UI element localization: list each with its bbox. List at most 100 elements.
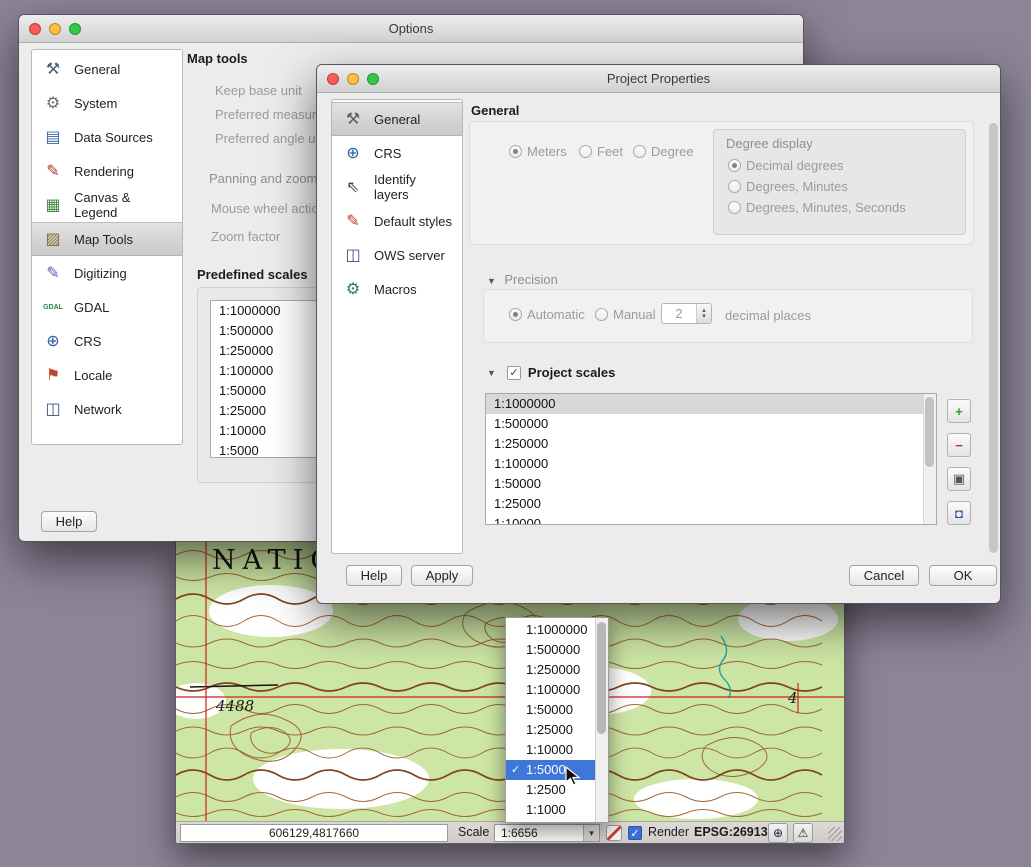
scale-option[interactable]: 1:10000 <box>506 740 595 760</box>
scale-option[interactable]: 1:1000000 <box>506 620 595 640</box>
options-sidebar-item-map-tools[interactable]: ▨ Map Tools <box>32 222 182 256</box>
disclosure-triangle-icon[interactable]: ▼ <box>487 276 496 286</box>
options-sidebar-item-data-sources[interactable]: ▤ Data Sources <box>32 120 182 154</box>
scale-option[interactable]: 1:2500 <box>506 780 595 800</box>
radio-icon <box>509 145 522 158</box>
render-checkbox[interactable]: ✓ <box>628 826 642 840</box>
gears-icon: ⚙ <box>40 91 66 115</box>
spin-down-icon[interactable]: ▾ <box>702 314 706 320</box>
import-scales-button[interactable]: ▣ <box>947 467 971 491</box>
feet-radio[interactable]: Feet <box>579 144 623 159</box>
project-scales-list: 1:1000000 1:500000 1:250000 1:100000 1:5… <box>485 393 937 525</box>
options-sidebar-item-canvas-legend[interactable]: ▦ Canvas & Legend <box>32 188 182 222</box>
radio-icon <box>579 145 592 158</box>
close-button[interactable] <box>327 73 339 85</box>
disclosure-triangle-icon[interactable]: ▼ <box>487 368 496 378</box>
sidebar-item-label: Locale <box>74 368 112 383</box>
dialog-scrollbar-thumb[interactable] <box>989 123 998 553</box>
help-button[interactable]: Help <box>41 511 97 532</box>
pp-sidebar-item-identify-layers[interactable]: ⇖ Identify layers <box>332 170 462 204</box>
minimize-button[interactable] <box>49 23 61 35</box>
predefined-scales-title: Predefined scales <box>197 267 308 282</box>
scale-option-label: 1:5000 <box>526 762 566 777</box>
resize-grip[interactable] <box>828 827 842 841</box>
stop-render-icon[interactable] <box>606 825 622 841</box>
minimize-button[interactable] <box>347 73 359 85</box>
combo-arrow-icon[interactable]: ▾ <box>583 825 599 841</box>
options-titlebar[interactable]: Options <box>19 15 803 43</box>
apply-button[interactable]: Apply <box>411 565 473 586</box>
remove-scale-button[interactable]: − <box>947 433 971 457</box>
list-item[interactable]: 1:10000 <box>486 514 936 525</box>
check-icon: ✓ <box>630 827 639 840</box>
manual-radio[interactable]: Manual <box>595 307 656 322</box>
ok-button[interactable]: OK <box>929 565 997 586</box>
pp-sidebar-item-macros[interactable]: ⚙ Macros <box>332 272 462 306</box>
options-sidebar: ⚒ General ⚙ System ▤ Data Sources ✎ Rend… <box>31 49 183 445</box>
scale-combobox[interactable]: 1:6656 ▾ <box>494 824 600 842</box>
project-scales-checkbox[interactable]: ✓ <box>507 366 521 380</box>
options-sidebar-item-digitizing[interactable]: ✎ Digitizing <box>32 256 182 290</box>
sidebar-item-label: Data Sources <box>74 130 153 145</box>
options-sidebar-item-gdal[interactable]: GDAL GDAL <box>32 290 182 324</box>
decimal-places-spinbox[interactable]: 2 ▴▾ <box>661 303 712 324</box>
scale-option[interactable]: 1:50000 <box>506 700 595 720</box>
spinbox-stepper[interactable]: ▴▾ <box>696 304 711 323</box>
list-item[interactable]: 1:250000 <box>486 434 936 454</box>
options-sidebar-item-locale[interactable]: ⚑ Locale <box>32 358 182 392</box>
degree-radio[interactable]: Degree <box>633 144 694 159</box>
degrees-minutes-radio[interactable]: Degrees, Minutes <box>728 179 848 194</box>
decimal-degrees-radio[interactable]: Decimal degrees <box>728 158 844 173</box>
list-item[interactable]: 1:1000000 <box>486 394 936 414</box>
scale-option-selected[interactable]: ✓ 1:5000 <box>506 760 595 780</box>
zoom-button[interactable] <box>69 23 81 35</box>
scale-option[interactable]: 1:100000 <box>506 680 595 700</box>
scale-option[interactable]: 1:500000 <box>506 640 595 660</box>
options-sidebar-item-system[interactable]: ⚙ System <box>32 86 182 120</box>
close-button[interactable] <box>29 23 41 35</box>
project-properties-titlebar[interactable]: Project Properties <box>317 65 1000 93</box>
popup-scrollbar-thumb[interactable] <box>597 622 606 734</box>
radio-label: Degree <box>651 144 694 159</box>
project-properties-window: Project Properties ⚒ General ⊕ CRS ⇖ Ide… <box>316 64 1001 604</box>
crs-globe-icon: ⊕ <box>40 329 66 353</box>
pp-sidebar-item-ows-server[interactable]: ◫ OWS server <box>332 238 462 272</box>
project-scales-section-header[interactable]: ▼ ✓ Project scales <box>487 365 615 380</box>
list-scrollbar-thumb[interactable] <box>925 397 934 467</box>
degrees-minutes-seconds-radio[interactable]: Degrees, Minutes, Seconds <box>728 200 906 215</box>
save-scales-button[interactable]: ◘ <box>947 501 971 525</box>
options-sidebar-item-general[interactable]: ⚒ General <box>32 52 182 86</box>
scale-option[interactable]: 1:25000 <box>506 720 595 740</box>
general-section-title: General <box>471 103 519 118</box>
add-scale-button[interactable]: + <box>947 399 971 423</box>
coordinate-input[interactable] <box>180 824 448 842</box>
cancel-button[interactable]: Cancel <box>849 565 919 586</box>
list-item[interactable]: 1:100000 <box>486 454 936 474</box>
list-item[interactable]: 1:25000 <box>486 494 936 514</box>
options-sidebar-item-crs[interactable]: ⊕ CRS <box>32 324 182 358</box>
list-item[interactable]: 1:500000 <box>486 414 936 434</box>
automatic-radio[interactable]: Automatic <box>509 307 585 322</box>
list-item[interactable]: 1:50000 <box>486 474 936 494</box>
radio-icon <box>633 145 646 158</box>
options-sidebar-item-rendering[interactable]: ✎ Rendering <box>32 154 182 188</box>
options-sidebar-item-network[interactable]: ◫ Network <box>32 392 182 426</box>
sidebar-item-label: Rendering <box>74 164 134 179</box>
zoom-button[interactable] <box>367 73 379 85</box>
scale-label: Scale <box>458 825 489 839</box>
crs-globe-button[interactable]: ⊕ <box>768 823 788 843</box>
scale-option[interactable]: 1:250000 <box>506 660 595 680</box>
macros-gear-icon: ⚙ <box>340 277 366 301</box>
scale-option[interactable]: 1:1000 <box>506 800 595 820</box>
help-button[interactable]: Help <box>346 565 402 586</box>
sidebar-item-label: Default styles <box>374 214 452 229</box>
pp-sidebar-item-crs[interactable]: ⊕ CRS <box>332 136 462 170</box>
pp-sidebar-item-general[interactable]: ⚒ General <box>332 102 462 136</box>
render-checkbox-label: Render <box>648 825 689 839</box>
meters-radio[interactable]: Meters <box>509 144 567 159</box>
sidebar-item-label: OWS server <box>374 248 445 263</box>
pp-sidebar-item-default-styles[interactable]: ✎ Default styles <box>332 204 462 238</box>
precision-section-header[interactable]: ▼ Precision <box>487 271 558 289</box>
radio-label: Decimal degrees <box>746 158 844 173</box>
messages-warning-button[interactable]: ⚠ <box>793 823 813 843</box>
